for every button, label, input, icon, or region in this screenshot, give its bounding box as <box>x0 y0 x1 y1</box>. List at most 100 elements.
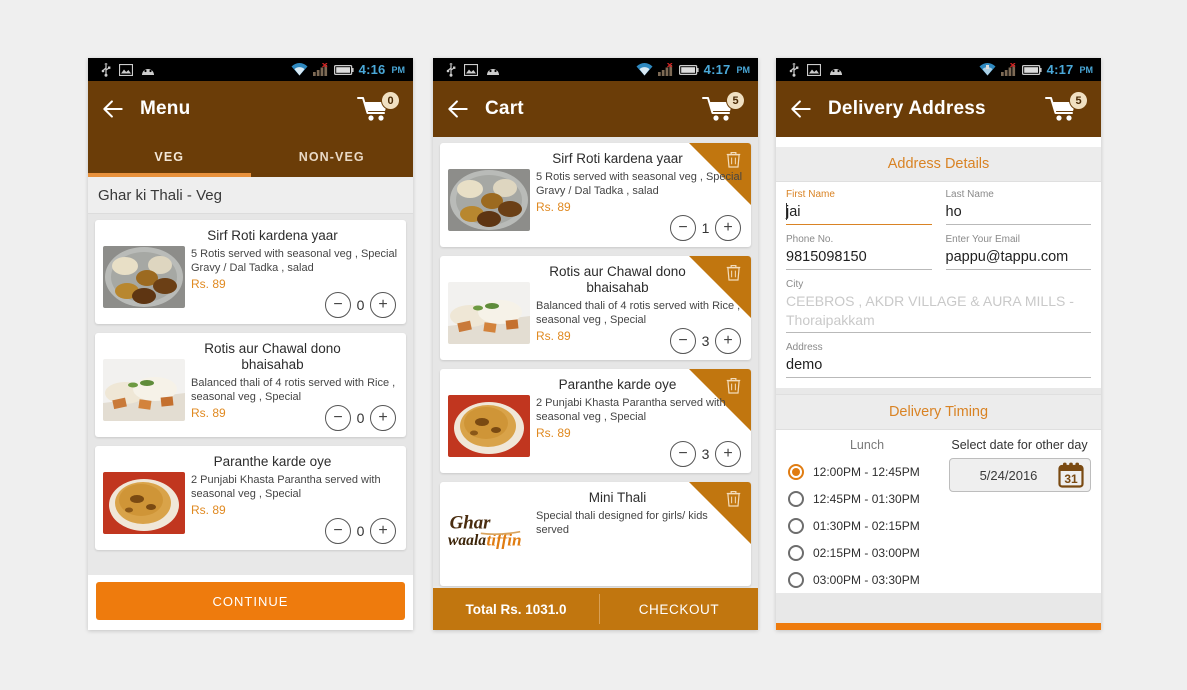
slot-option[interactable]: 02:15PM - 03:00PM <box>788 539 946 566</box>
tab-veg[interactable]: VEG <box>88 137 251 177</box>
city-input[interactable]: CEEBROS , AKDR VILLAGE & AURA MILLS - Th… <box>786 292 1091 333</box>
decrement-button[interactable]: − <box>670 215 696 241</box>
increment-button[interactable]: + <box>370 292 396 318</box>
increment-button[interactable]: + <box>715 215 741 241</box>
phone-field[interactable]: Phone No. 9815098150 <box>786 233 932 278</box>
slot-option[interactable]: 12:45PM - 01:30PM <box>788 485 946 512</box>
quantity-stepper: − 3 + <box>670 328 741 354</box>
cart-button[interactable]: 5 <box>1045 91 1088 125</box>
cart-button[interactable]: 5 <box>702 91 745 125</box>
last-name-input[interactable]: ho <box>945 202 1091 225</box>
item-name: Rotis aur Chawal dono bhaisahab <box>549 264 686 295</box>
status-bar: 4:17 PM <box>433 58 758 81</box>
email-label: Enter Your Email <box>945 234 1021 245</box>
increment-button[interactable]: + <box>370 405 396 431</box>
date-column: Select date for other day 5/24/2016 31 <box>946 434 1101 593</box>
item-description: Balanced thali of 4 rotis served with Ri… <box>536 300 741 326</box>
slot-label: 03:00PM - 03:30PM <box>813 572 920 587</box>
back-arrow-icon[interactable] <box>445 96 471 122</box>
screenshot-canvas: 4:16 PM Menu 0 VEG NON-VEG Ghar ki Thali… <box>0 0 1187 690</box>
rice-roti-plate-image <box>448 282 530 344</box>
status-bar-right-icons: 4:17 PM <box>979 58 1093 81</box>
radio-button[interactable] <box>788 544 804 561</box>
menu-item-row[interactable]: Rotis aur Chawal dono bhaisahab Balanced… <box>95 333 406 437</box>
app-bar: Menu 0 <box>88 81 413 137</box>
city-field[interactable]: City CEEBROS , AKDR VILLAGE & AURA MILLS… <box>786 278 1091 341</box>
address-label: Address <box>786 342 823 353</box>
item-info: Rotis aur Chawal dono bhaisahab Balanced… <box>530 264 743 354</box>
image-icon <box>807 63 821 76</box>
item-thumbnail <box>103 359 185 421</box>
svg-text:Ghar: Ghar <box>450 512 492 533</box>
increment-button[interactable]: + <box>370 518 396 544</box>
status-bar-ampm: PM <box>736 64 751 75</box>
cart-item-row[interactable]: Rotis aur Chawal dono bhaisahab Balanced… <box>440 256 751 360</box>
android-face-icon <box>830 68 842 75</box>
android-face-icon <box>487 68 499 75</box>
first-name-field[interactable]: First Name jai <box>786 188 932 233</box>
calendar-icon[interactable]: 31 <box>1057 462 1084 488</box>
slot-option[interactable]: 03:00PM - 03:30PM <box>788 566 946 593</box>
radio-button[interactable] <box>788 517 804 534</box>
phone-label: Phone No. <box>786 234 834 245</box>
continue-button[interactable]: CONTINUE <box>96 582 405 620</box>
slot-option[interactable]: 12:00PM - 12:45PM <box>788 458 946 485</box>
cart-item-row[interactable]: Ghar waala tiffin Mini Thali Special tha… <box>440 482 751 586</box>
item-description: 5 Rotis served with seasonal veg , Speci… <box>191 248 398 274</box>
wifi-icon <box>979 63 996 76</box>
thali-steel-plate-image <box>103 246 185 308</box>
email-field[interactable]: Enter Your Email pappu@tappu.com <box>945 233 1091 278</box>
cart-item-row[interactable]: Paranthe karde oye 2 Punjabi Khasta Para… <box>440 369 751 473</box>
select-date-label: Select date for other day <box>951 438 1088 452</box>
item-info: Sirf Roti kardena yaar 5 Rotis served wi… <box>530 151 743 241</box>
back-arrow-icon[interactable] <box>788 96 814 122</box>
rice-roti-plate-image <box>103 359 185 421</box>
item-price: Rs. 89 <box>191 503 226 517</box>
slot-option[interactable]: 01:30PM - 02:15PM <box>788 512 946 539</box>
email-input[interactable]: pappu@tappu.com <box>945 247 1091 270</box>
usb-icon <box>446 62 456 77</box>
address-input[interactable]: demo <box>786 355 1091 378</box>
cart-button[interactable]: 0 <box>357 91 400 125</box>
radio-button[interactable] <box>788 571 804 588</box>
item-name: Paranthe karde oye <box>213 454 332 469</box>
quantity-stepper: − 3 + <box>670 441 741 467</box>
item-info: Rotis aur Chawal dono bhaisahab Balanced… <box>185 341 398 431</box>
increment-button[interactable]: + <box>715 328 741 354</box>
city-label: City <box>786 279 804 290</box>
text-caret <box>786 203 788 220</box>
bottom-action-strip[interactable] <box>776 623 1101 630</box>
page-title: Delivery Address <box>828 98 986 119</box>
address-field[interactable]: Address demo <box>786 341 1091 386</box>
checkout-button[interactable]: CHECKOUT <box>600 588 758 630</box>
increment-button[interactable]: + <box>715 441 741 467</box>
cart-item-row[interactable]: Sirf Roti kardena yaar 5 Rotis served wi… <box>440 143 751 247</box>
image-icon <box>464 63 478 76</box>
slot-column: Lunch 12:00PM - 12:45PM 12:45PM - 01:30P… <box>776 434 946 593</box>
decrement-button[interactable]: − <box>325 292 351 318</box>
slot-label: 01:30PM - 02:15PM <box>813 518 920 533</box>
menu-item-row[interactable]: Paranthe karde oye 2 Punjabi Khasta Para… <box>95 446 406 550</box>
decrement-button[interactable]: − <box>670 441 696 467</box>
first-name-input[interactable]: jai <box>786 202 932 225</box>
back-arrow-icon[interactable] <box>100 96 126 122</box>
phone-input[interactable]: 9815098150 <box>786 247 932 270</box>
delivery-timing-section: Lunch 12:00PM - 12:45PM 12:45PM - 01:30P… <box>776 430 1101 593</box>
radio-button[interactable] <box>788 490 804 507</box>
radio-button-selected[interactable] <box>788 463 804 480</box>
tab-non-veg[interactable]: NON-VEG <box>251 137 414 177</box>
menu-item-row[interactable]: Sirf Roti kardena yaar 5 Rotis served wi… <box>95 220 406 324</box>
decrement-button[interactable]: − <box>670 328 696 354</box>
page-title: Menu <box>140 98 191 119</box>
status-bar-left-icons <box>433 62 501 77</box>
decrement-button[interactable]: − <box>325 518 351 544</box>
phone-screen-menu: 4:16 PM Menu 0 VEG NON-VEG Ghar ki Thali… <box>88 58 413 630</box>
status-bar-ampm: PM <box>391 64 406 75</box>
delivery-timing-band: Delivery Timing <box>776 394 1101 430</box>
decrement-button[interactable]: − <box>325 405 351 431</box>
cart-count-badge: 5 <box>1069 91 1088 110</box>
last-name-field[interactable]: Last Name ho <box>945 188 1091 233</box>
status-bar-left-icons <box>88 62 156 77</box>
date-picker-button[interactable]: 5/24/2016 31 <box>948 458 1091 492</box>
tab-indicator <box>88 173 251 177</box>
